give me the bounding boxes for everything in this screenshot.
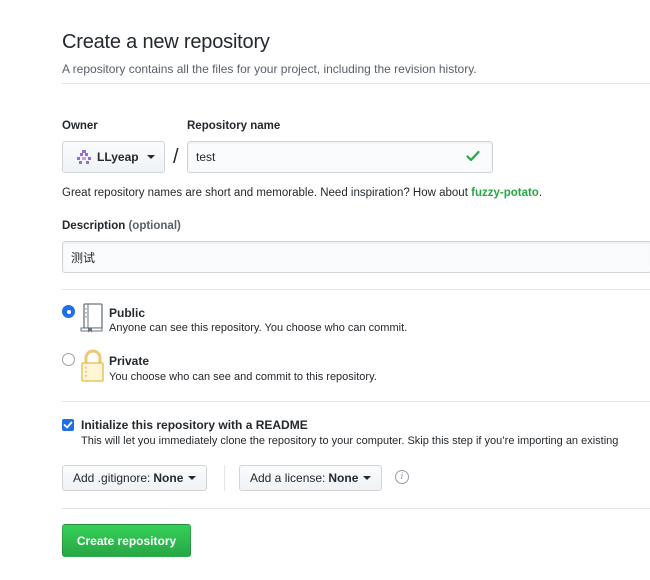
- public-description: Anyone can see this repository. You choo…: [109, 322, 408, 334]
- gitignore-prefix: Add .gitignore:: [73, 471, 151, 485]
- check-icon: [466, 150, 480, 162]
- gitignore-dropdown[interactable]: Add .gitignore: None: [62, 465, 208, 491]
- chevron-down-icon: [188, 476, 197, 480]
- owner-label: Owner: [62, 120, 98, 132]
- private-title: Private: [109, 354, 150, 368]
- lock-icon: [81, 349, 104, 382]
- private-description: You choose who can see and commit to thi…: [109, 371, 377, 383]
- description-label-text: Description: [62, 220, 126, 232]
- readme-checkbox[interactable]: [62, 419, 74, 431]
- page-title: Create a new repository: [62, 31, 270, 53]
- gitignore-value: None: [153, 471, 184, 485]
- repository-name-label: Repository name: [187, 120, 281, 132]
- license-prefix: Add a license:: [250, 471, 326, 485]
- checkmark-icon: [63, 421, 73, 429]
- divider: [62, 289, 650, 290]
- chevron-down-icon: [363, 476, 372, 480]
- owner-repo-separator: /: [173, 146, 179, 168]
- divider: [62, 83, 650, 84]
- repo-book-icon: [80, 303, 103, 333]
- readme-description: This will let you immediately clone the …: [81, 435, 619, 447]
- description-label: Description (optional): [62, 220, 181, 232]
- divider: [62, 508, 650, 509]
- optional-tag: (optional): [128, 220, 181, 232]
- name-suggestion-hint: Great repository names are short and mem…: [62, 187, 542, 199]
- vertical-divider: [224, 465, 225, 491]
- owner-dropdown[interactable]: LLyeap: [62, 141, 165, 173]
- license-value: None: [328, 471, 359, 485]
- page-subtitle: A repository contains all the files for …: [62, 62, 477, 76]
- create-repository-button[interactable]: Create repository: [62, 524, 191, 557]
- public-title: Public: [109, 306, 146, 320]
- hint-end: .: [538, 187, 543, 199]
- info-icon[interactable]: i: [395, 470, 409, 484]
- avatar-icon: [77, 150, 91, 164]
- description-value: 测试: [71, 250, 96, 265]
- public-radio[interactable]: [62, 305, 75, 318]
- hint-text: Great repository names are short and mem…: [62, 187, 472, 199]
- divider: [62, 401, 650, 402]
- repository-name-input[interactable]: test: [187, 141, 493, 173]
- chevron-down-icon: [146, 155, 155, 159]
- license-dropdown[interactable]: Add a license: None: [239, 465, 383, 491]
- repository-name-value: test: [196, 150, 216, 164]
- description-input[interactable]: 测试: [62, 241, 650, 273]
- owner-name: LLyeap: [97, 150, 139, 164]
- suggested-name-link[interactable]: fuzzy-potato: [471, 187, 539, 199]
- private-radio[interactable]: [62, 353, 75, 366]
- readme-title: Initialize this repository with a README: [81, 418, 308, 432]
